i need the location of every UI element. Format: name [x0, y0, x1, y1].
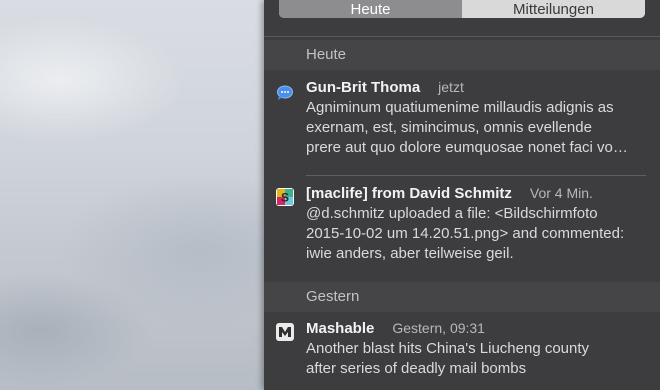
notification-item[interactable]: Mashable Gestern, 09:31 Another blast hi…: [264, 320, 660, 379]
notification-header: Gun-Brit Thoma jetzt: [306, 79, 646, 96]
notification-item[interactable]: [maclife] from David Schmitz Vor 4 Min. …: [264, 185, 660, 264]
notification-time: jetzt: [438, 79, 464, 95]
body-line: Another blast hits China's Liucheng coun…: [306, 340, 590, 357]
body-line: exernam, est, simincimus, omnis evellend…: [306, 119, 592, 136]
notification-item[interactable]: Gun-Brit Thoma jetzt Agniminum quatiumen…: [264, 79, 660, 158]
body-line: iwie anders, aber teilweise geil.: [306, 245, 514, 262]
row-divider: [306, 175, 646, 176]
tab-heute[interactable]: Heute: [279, 0, 462, 18]
body-line: @d.schmitz uploaded a file: <Bildschirmf…: [306, 205, 598, 222]
notification-header: Mashable Gestern, 09:31: [306, 320, 646, 337]
body-line: 2015-10-02 um 14.20.51.png> and commente…: [306, 225, 625, 242]
notification-time: Vor 4 Min.: [529, 185, 593, 201]
tab-mitteilungen[interactable]: Mitteilungen: [462, 0, 645, 18]
notification-body: @d.schmitz uploaded a file: <Bildschirmf…: [306, 204, 646, 264]
divider: [264, 36, 660, 37]
notification-time: Gestern, 09:31: [392, 320, 485, 336]
notification-header: [maclife] from David Schmitz Vor 4 Min.: [306, 185, 646, 202]
notification-sender: Gun-Brit Thoma: [306, 79, 421, 96]
notification-sender: [maclife] from David Schmitz: [306, 185, 512, 202]
view-segmented-control: Heute Mitteilungen: [279, 0, 645, 18]
section-header-heute: Heute: [264, 40, 660, 70]
notification-sender: Mashable: [306, 320, 375, 337]
body-line: after series of deadly mail bombs: [306, 360, 527, 377]
body-line: prere aut quo dolore eumquosae nonet fac…: [306, 139, 628, 156]
notification-body: Another blast hits China's Liucheng coun…: [306, 339, 646, 379]
desktop-wallpaper: [0, 0, 264, 390]
notification-center-panel: Heute Mitteilungen Heute Gun-Brit Thoma …: [264, 0, 660, 390]
section-header-gestern: Gestern: [264, 282, 660, 312]
body-line: Agniminum quatiumenime millaudis adignis…: [306, 99, 614, 116]
notification-body: Agniminum quatiumenime millaudis adignis…: [306, 98, 646, 158]
